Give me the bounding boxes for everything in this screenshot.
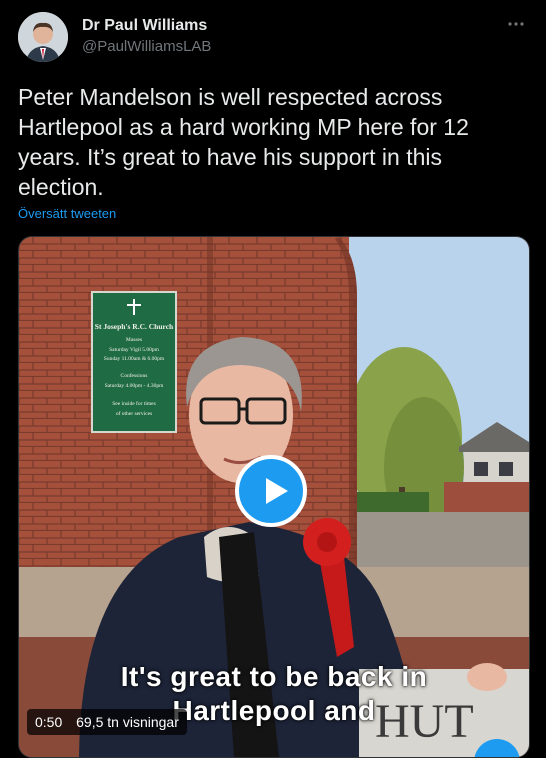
author-names: Dr Paul Williams @PaulWilliamsLAB [82,16,211,58]
church-sign-line: Masses [126,337,142,343]
author-display-name[interactable]: Dr Paul Williams [82,16,211,36]
video-duration: 0:50 [35,714,63,730]
author-handle[interactable]: @PaulWilliamsLAB [82,36,211,58]
church-sign-line: Saturday 4.00pm - 4.30pm [105,383,165,389]
church-sign-line: See inside for times [112,400,156,407]
play-button[interactable] [235,455,307,527]
tweet-text: Peter Mandelson is well respected across… [18,84,469,200]
avatar-image [18,12,68,62]
church-sign-line: Sunday 11.00am & 6.00pm [104,356,165,362]
play-icon [266,478,288,504]
avatar[interactable] [18,12,68,62]
church-sign-line: Saturday Vigil 5.00pm [109,347,160,353]
translate-link[interactable]: Översätt tweeten [18,206,116,221]
video-stats: 0:50 69,5 tn visningar [27,709,187,735]
more-icon[interactable] [504,14,528,34]
church-sign-line: St Joseph's R.C. Church [95,322,174,331]
church-sign-line: of other services [116,410,152,417]
tweet-header: Dr Paul Williams @PaulWilliamsLAB [18,12,528,64]
video-caption-line1: It's great to be back in [120,661,428,692]
church-sign-line: Confessions [121,372,148,379]
video-views: 69,5 tn visningar [76,714,179,730]
video-player[interactable]: St Joseph's R.C. Church Masses Saturday Vi… [18,236,530,758]
